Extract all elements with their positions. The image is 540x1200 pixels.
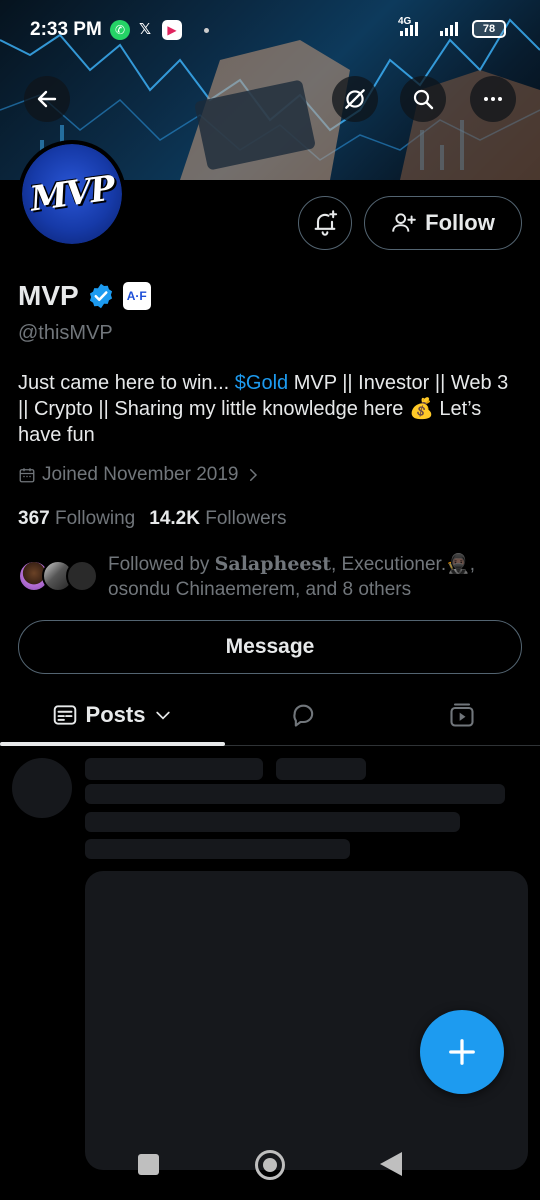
- followed-by-text: Followed by 𝐒𝐚𝐥𝐚𝐩𝐡𝐞𝐞𝐬𝐭, Executioner.🥷🏿, …: [108, 552, 528, 602]
- reply-bubble-icon: [293, 704, 314, 727]
- play-store-icon: ▶: [162, 20, 182, 40]
- tab-replies[interactable]: [225, 684, 383, 746]
- profile-avatar[interactable]: MVP: [18, 140, 126, 248]
- profile-handle: @thisMVP: [18, 322, 113, 344]
- arrow-left-icon: [37, 90, 57, 108]
- x-app-icon: 𝕏: [138, 21, 152, 38]
- tab-posts-label: Posts: [85, 702, 146, 727]
- recents-button[interactable]: [138, 1154, 159, 1175]
- grok-icon: [345, 89, 365, 109]
- followed-by-name: 𝐒𝐚𝐥𝐚𝐩𝐡𝐞𝐞𝐬𝐭: [214, 553, 331, 575]
- followers-label: Followers: [205, 508, 287, 529]
- battery-icon: 78: [472, 20, 506, 38]
- following-count: 367: [18, 508, 50, 529]
- avatar-logo-text: MVP: [27, 168, 117, 220]
- avatar-logo: MVP: [22, 144, 122, 244]
- chevron-right-icon: [250, 469, 258, 481]
- back-triangle-button[interactable]: [380, 1152, 402, 1176]
- notification-dot-icon: [204, 28, 209, 33]
- skeleton-line: [85, 812, 460, 832]
- active-tab-indicator: [0, 742, 225, 746]
- media-video-icon: [449, 703, 474, 727]
- back-button[interactable]: [24, 76, 70, 122]
- following-label: Following: [54, 508, 136, 529]
- profile-tabs: Posts: [0, 684, 540, 746]
- following-link[interactable]: 367 Following: [18, 508, 135, 530]
- notifications-bell-button[interactable]: [298, 196, 352, 250]
- status-time: 2:33 PM: [30, 19, 102, 40]
- skeleton-line: [85, 784, 505, 804]
- verified-badge-icon[interactable]: [87, 282, 115, 310]
- signal-icon: [400, 22, 418, 36]
- status-bar: 2:33 PM ✆ 𝕏 ▶ 4G 78: [0, 0, 540, 60]
- tab-posts[interactable]: Posts: [0, 684, 225, 746]
- follow-label: Follow: [425, 210, 495, 235]
- whatsapp-icon: ✆: [110, 20, 130, 40]
- plus-icon: [449, 1039, 475, 1065]
- profile-name: MVP: [18, 280, 79, 311]
- bio-cashtag-link[interactable]: $Gold: [235, 372, 288, 394]
- add-user-icon: [392, 213, 416, 232]
- skeleton-line: [85, 758, 263, 780]
- follow-button[interactable]: Follow: [364, 196, 522, 250]
- followers-count: 14.2K: [149, 508, 200, 529]
- profile-bio: Just came here to win... $Gold MVP || In…: [18, 370, 518, 448]
- skeleton-line: [276, 758, 366, 780]
- more-button[interactable]: [470, 76, 516, 122]
- system-navigation-bar: [0, 1130, 540, 1200]
- compose-post-button[interactable]: [420, 1010, 504, 1094]
- follower-avatars: [18, 560, 108, 592]
- grok-button[interactable]: [332, 76, 378, 122]
- joined-date-row[interactable]: Joined November 2019: [18, 464, 262, 486]
- calendar-icon: [19, 468, 35, 483]
- bio-text-start: Just came here to win...: [18, 372, 235, 394]
- home-button[interactable]: [255, 1150, 285, 1180]
- chevron-down-icon: [156, 711, 171, 720]
- more-horizontal-icon: [484, 97, 502, 101]
- affiliate-badge[interactable]: A·F: [122, 282, 151, 310]
- bell-plus-icon: [314, 210, 338, 236]
- search-button[interactable]: [400, 76, 446, 122]
- skeleton-avatar: [12, 758, 72, 818]
- search-icon: [413, 89, 434, 110]
- posts-list-icon: [53, 705, 76, 725]
- skeleton-line: [85, 839, 350, 859]
- followers-link[interactable]: 14.2K Followers: [149, 508, 286, 530]
- avatar: [66, 560, 98, 592]
- joined-date: Joined November 2019: [42, 464, 239, 485]
- signal-icon-2: [440, 22, 458, 36]
- follow-counts: 367 Following 14.2K Followers: [18, 508, 287, 530]
- profile-name-row: MVP A·F: [18, 280, 151, 312]
- message-button[interactable]: Message: [18, 620, 522, 674]
- followed-by-prefix: Followed by: [108, 554, 215, 575]
- tab-media[interactable]: [383, 684, 540, 746]
